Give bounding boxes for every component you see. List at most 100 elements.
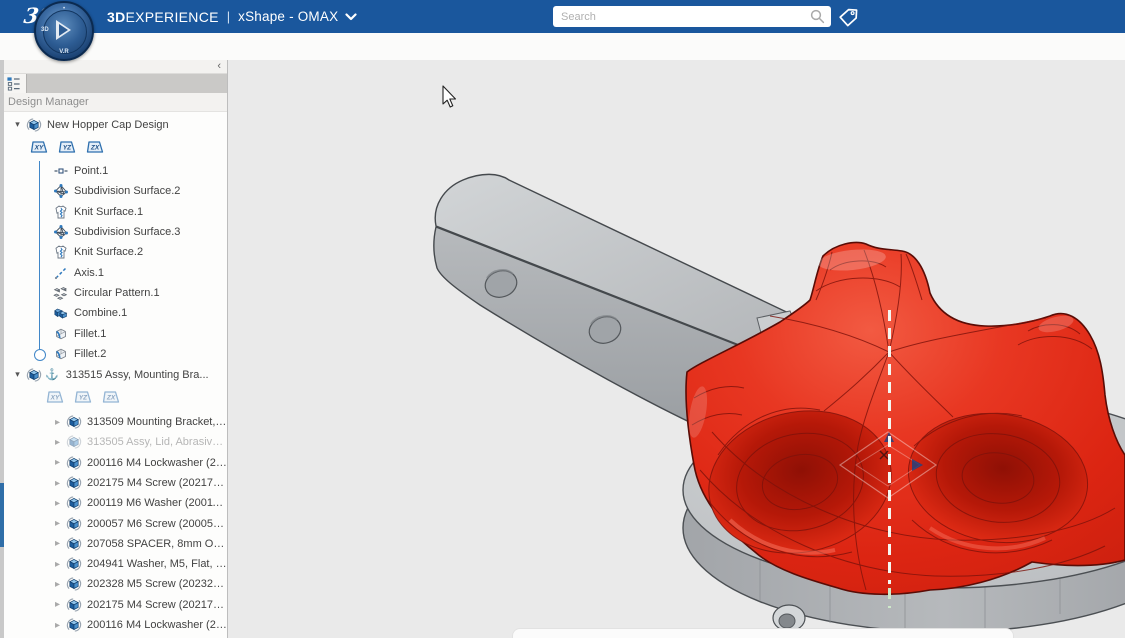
tree-item-label: 313505 Assy, Lid, Abrasive ...	[87, 436, 227, 448]
expander-closed-icon[interactable]: ▸	[50, 538, 65, 549]
3d-viewport[interactable]	[228, 60, 1125, 638]
mouse-cursor	[443, 86, 456, 107]
expander-closed-icon[interactable]: ▸	[50, 620, 65, 631]
tree-item-label: Subdivision Surface.3	[74, 226, 180, 238]
svg-text:XY: XY	[50, 395, 60, 402]
feature-guide-line	[39, 161, 40, 351]
panel-tab-strip	[0, 74, 227, 93]
expander-open-icon[interactable]: ▾	[10, 119, 25, 130]
expander-closed-icon[interactable]: ▸	[50, 437, 65, 448]
tree-item-label: Axis.1	[74, 267, 104, 279]
tree-item-combine-1[interactable]: Combine.1	[0, 303, 227, 323]
plane-icon-xy[interactable]: XY	[30, 140, 48, 157]
tree-item-202175-m4-screw-202175[interactable]: ▸ 202175 M4 Screw (202175 ...	[0, 595, 227, 615]
tree-item-313509-mounting-bracket[interactable]: ▸ 313509 Mounting Bracket, ...	[0, 412, 227, 432]
tree-item-200119-m6-washer-20011[interactable]: ▸200119 M6 Washer (20011...	[0, 493, 227, 513]
insert-marker-icon[interactable]	[34, 349, 46, 361]
tree-item-202328-m5-screw-202328[interactable]: ▸202328 M5 Screw (202328 ...	[0, 574, 227, 594]
plane-icon-xy[interactable]: XY	[46, 390, 64, 407]
app-name[interactable]: xShape - OMAX	[238, 9, 338, 24]
tree-item-label: Circular Pattern.1	[74, 287, 160, 299]
tree-item-label: 202175 M4 Screw (202175 ...	[87, 599, 227, 611]
tree-item-point-1[interactable]: Point.1	[0, 161, 227, 181]
plane-icon-yz[interactable]: YZ	[74, 390, 92, 407]
tree-item-knit-surface-2[interactable]: Knit Surface.2	[0, 242, 227, 262]
search-bar[interactable]	[553, 6, 831, 27]
product-icon	[65, 556, 82, 572]
brand-3d: 3D	[107, 9, 126, 25]
product-icon	[65, 414, 82, 430]
tree-item-204941-washer-m5-flat-s[interactable]: ▸204941 Washer, M5, Flat, S...	[0, 554, 227, 574]
expander-closed-icon[interactable]: ▸	[50, 518, 65, 529]
tree-item-label: Knit Surface.2	[74, 246, 143, 258]
expander-closed-icon[interactable]: ▸	[50, 498, 65, 509]
plane-icon-zx[interactable]: ZX	[86, 140, 104, 157]
expander-closed-icon[interactable]: ▸	[50, 457, 65, 468]
svg-text:ZX: ZX	[106, 395, 116, 402]
collapse-panel-icon[interactable]: ‹	[217, 60, 221, 73]
tree-item-202175-m4-screw-202175[interactable]: ▸202175 M4 Screw (202175 ...	[0, 473, 227, 493]
expander-closed-icon[interactable]: ▸	[50, 417, 65, 428]
panel-title: Design Manager	[0, 93, 227, 112]
tree-scrollbar-thumb[interactable]	[0, 483, 4, 547]
circular-pattern-icon	[52, 285, 69, 301]
plane-icon-yz[interactable]: YZ	[58, 140, 76, 157]
design-tree: ▾ New Hopper Cap Design XY YZ ZX Point.1 Subdi…	[0, 112, 227, 638]
tree-item-knit-surface-1[interactable]: Knit Surface.1	[0, 202, 227, 222]
tree-item-313505-assy-lid-abrasive[interactable]: ▸ 313505 Assy, Lid, Abrasive ...	[0, 432, 227, 452]
expander-closed-icon[interactable]: ▸	[50, 599, 65, 610]
product-icon	[65, 475, 82, 491]
tree-item-subdivision-surface-2[interactable]: Subdivision Surface.2	[0, 181, 227, 201]
subdivision-surface-icon	[52, 224, 69, 240]
tree-item-new-hopper-cap-design[interactable]: ▾ New Hopper Cap Design	[0, 114, 227, 135]
tree-item-label: Subdivision Surface.2	[74, 185, 180, 197]
3dexperience-compass-icon[interactable]: • 3D V.R	[34, 1, 94, 61]
expander-closed-icon[interactable]: ▸	[50, 478, 65, 489]
tree-item-axis-1[interactable]: Axis.1	[0, 262, 227, 282]
tree-scrollbar[interactable]	[0, 60, 4, 638]
tag-icon[interactable]	[838, 7, 859, 28]
bottom-toolbar-peek[interactable]	[512, 628, 1014, 638]
tree-item-313515-assy-mounting-bra[interactable]: ▾⚓313515 Assy, Mounting Bra...	[0, 364, 227, 386]
combine-icon	[52, 305, 69, 321]
tree-item-label: Fillet.1	[74, 328, 106, 340]
compass-play-hole	[59, 24, 68, 36]
tab-design-tree[interactable]	[0, 74, 27, 93]
expander-closed-icon[interactable]: ▸	[50, 559, 65, 570]
product-icon	[65, 597, 82, 613]
tree-item-label: 313509 Mounting Bracket, ...	[87, 416, 227, 428]
brand-experience: EXPERIENCE	[126, 9, 219, 25]
app-chevron-down-icon[interactable]	[345, 13, 357, 21]
tree-item-200057-m6-screw-200057[interactable]: ▸ 200057 M6 Screw (200057 ...	[0, 513, 227, 533]
knit-surface-icon	[52, 244, 69, 260]
search-icon[interactable]	[810, 9, 825, 24]
search-input[interactable]	[553, 11, 810, 23]
tree-plane-icons[interactable]: XY YZ ZX	[0, 135, 227, 161]
subdivision-surface-icon	[52, 183, 69, 199]
tree-item-label: Point.1	[74, 165, 108, 177]
tree-item-label: 200116 M4 Lockwasher (20...	[87, 619, 227, 631]
expander-open-icon[interactable]: ▾	[10, 369, 25, 380]
compass-top-mark: •	[63, 6, 65, 12]
tree-item-label: 200057 M6 Screw (200057 ...	[87, 518, 227, 530]
svg-text:YZ: YZ	[79, 395, 88, 402]
product-icon	[65, 434, 82, 450]
tree-plane-icons[interactable]: XY YZ ZX	[0, 386, 227, 412]
tree-item-label: New Hopper Cap Design	[47, 119, 169, 131]
compass-3d-label: 3D	[41, 27, 49, 33]
product-icon	[25, 117, 42, 133]
title-divider: |	[227, 9, 230, 24]
tree-item-200116-m4-lockwasher-20[interactable]: ▸200116 M4 Lockwasher (20...	[0, 453, 227, 473]
expander-closed-icon[interactable]: ▸	[50, 579, 65, 590]
tree-item-label: 313515 Assy, Mounting Bra...	[66, 369, 209, 381]
point-icon	[52, 163, 69, 179]
tree-item-200116-m4-lockwasher-20[interactable]: ▸ 200116 M4 Lockwasher (20...	[0, 615, 227, 635]
tree-item-subdivision-surface-3[interactable]: Subdivision Surface.3	[0, 222, 227, 242]
app-title-bar: 3D EXPERIENCE | xShape - OMAX	[107, 0, 357, 33]
tree-item-207058-spacer-8mm-od[interactable]: ▸207058 SPACER, 8mm OD...	[0, 534, 227, 554]
design-manager-panel: ‹ Design Manager ▾ New Hopper Cap Design X…	[0, 60, 228, 638]
tree-item-circular-pattern-1[interactable]: Circular Pattern.1	[0, 283, 227, 303]
plane-icon-zx[interactable]: ZX	[102, 390, 120, 407]
tree-item-fillet-1[interactable]: Fillet.1	[0, 323, 227, 343]
tree-view-icon	[6, 76, 21, 91]
